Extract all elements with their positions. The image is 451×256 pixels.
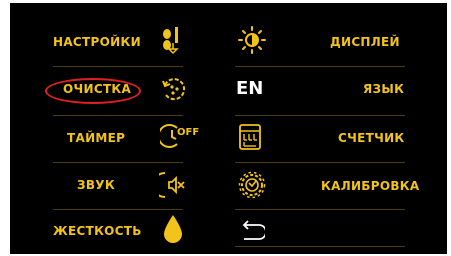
back-arrow-icon xyxy=(242,220,265,240)
menu-item-language[interactable]: EN ЯЗЫК xyxy=(228,67,447,113)
calibration-gear-icon xyxy=(238,171,266,199)
menu-item-timer-label: ТАЙМЕР xyxy=(67,131,126,145)
cleaning-cycle-icon xyxy=(162,78,186,101)
menu-item-display[interactable]: ДИСПЛЕЙ xyxy=(228,19,447,65)
row-divider xyxy=(235,246,405,247)
menu-item-settings[interactable]: НАСТРОЙКИ xyxy=(10,19,228,65)
menu-item-settings-label: НАСТРОЙКИ xyxy=(53,35,141,49)
menu-item-counter-label: СЧЕТЧИК xyxy=(338,131,405,145)
menu-item-counter[interactable]: СЧЕТЧИК xyxy=(228,115,447,161)
brightness-icon xyxy=(238,26,266,54)
menu-item-calibration[interactable]: КАЛИБРОВКА xyxy=(228,163,447,209)
timer-off-text: OFF xyxy=(177,127,200,138)
menu-item-sound[interactable]: ЗВУК xyxy=(10,163,228,209)
menu-item-cleaning[interactable]: ОЧИСТКА xyxy=(10,67,228,113)
menu-item-timer[interactable]: ТАЙМЕР OFF xyxy=(10,115,228,161)
menu-item-hardness[interactable]: ЖЕСТКОСТЬ xyxy=(10,209,228,255)
menu-item-display-label: ДИСПЛЕЙ xyxy=(330,35,400,49)
menu-item-calibration-label: КАЛИБРОВКА xyxy=(321,179,420,193)
menu-item-cleaning-label: ОЧИСТКА xyxy=(63,82,132,96)
menu-item-hardness-label: ЖЕСТКОСТЬ xyxy=(53,224,142,238)
counter-icon xyxy=(239,124,261,150)
menu-item-language-label: ЯЗЫК xyxy=(363,82,405,96)
water-drop-icon xyxy=(164,215,182,243)
menu-screen: НАСТРОЙКИ ДИСПЛЕЙ ОЧИСТКА EN ЯЗЫК ТАЙМЕР… xyxy=(10,3,447,254)
menu-item-sound-label: ЗВУК xyxy=(77,178,115,192)
language-icon: EN xyxy=(236,78,264,99)
sound-mute-icon xyxy=(159,172,185,198)
settings-sliders-icon xyxy=(163,27,179,55)
back-button[interactable] xyxy=(228,209,447,255)
